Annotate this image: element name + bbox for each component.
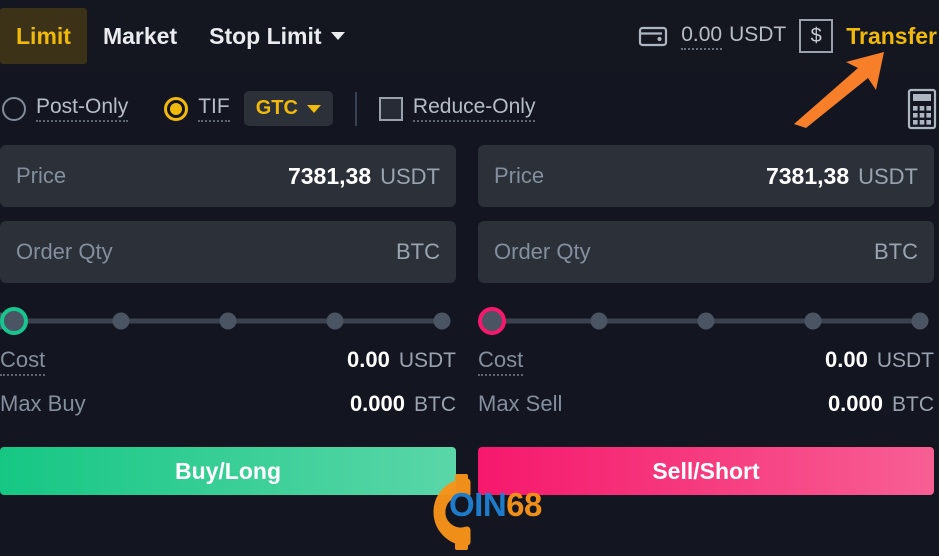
tab-limit[interactable]: Limit xyxy=(0,8,87,64)
post-only-radio[interactable] xyxy=(2,96,26,121)
calculator-icon[interactable] xyxy=(905,88,939,130)
balance-cluster: 0.00 USDT $ Transfer xyxy=(638,0,939,72)
sell-short-button[interactable]: Sell/Short xyxy=(478,447,934,495)
max-sell-value: 0.000 xyxy=(827,391,883,416)
reduce-only-label: Reduce-Only xyxy=(412,95,536,122)
currency-toggle-button[interactable]: $ xyxy=(799,19,834,53)
sell-slider-mark-50[interactable] xyxy=(697,312,715,330)
tif-radio[interactable] xyxy=(164,96,189,121)
dollar-icon: $ xyxy=(810,24,822,47)
wallet-icon xyxy=(639,26,668,47)
buy-slider-mark-25[interactable] xyxy=(112,312,130,330)
balance-amount[interactable]: 0.00 xyxy=(681,23,723,50)
sell-price-label: Price xyxy=(494,163,545,188)
post-only-option[interactable]: Post-Only xyxy=(2,95,129,122)
buy-qty-field[interactable]: Order Qty BTC xyxy=(0,221,456,283)
wallet-balance[interactable]: 0.00 USDT xyxy=(681,23,786,50)
balance-currency: USDT xyxy=(729,22,787,46)
buy-amount-slider[interactable] xyxy=(0,299,456,343)
order-type-tabs: Limit Market Stop Limit xyxy=(0,0,361,72)
buy-panel: Price 7381,38 USDT Order Qty BTC Cost 0.… xyxy=(0,145,456,495)
tab-market[interactable]: Market xyxy=(87,8,193,64)
tab-market-label: Market xyxy=(102,22,178,49)
sell-price-value: 7381,38 xyxy=(765,162,850,189)
sell-amount-slider[interactable] xyxy=(478,299,934,343)
chevron-down-icon xyxy=(306,104,321,113)
sell-cost-label[interactable]: Cost xyxy=(478,347,524,376)
tab-stop-limit-label: Stop Limit xyxy=(209,22,322,49)
buy-slider-mark-100[interactable] xyxy=(433,312,451,330)
max-buy-unit: BTC xyxy=(414,393,456,416)
buy-price-value: 7381,38 xyxy=(287,162,372,189)
buy-qty-unit: BTC xyxy=(396,239,440,264)
order-entry-panels: Price 7381,38 USDT Order Qty BTC Cost 0.… xyxy=(0,145,939,495)
sell-price-field[interactable]: Price 7381,38 USDT xyxy=(478,145,934,207)
buy-cost-unit: USDT xyxy=(398,349,456,372)
order-options-row: Post-Only TIF GTC Reduce-Only xyxy=(0,72,939,145)
buy-price-field[interactable]: Price 7381,38 USDT xyxy=(0,145,456,207)
sell-panel: Price 7381,38 USDT Order Qty BTC Cost 0.… xyxy=(478,145,934,495)
buy-cost-label[interactable]: Cost xyxy=(0,347,46,376)
buy-long-label: Buy/Long xyxy=(174,457,282,484)
buy-slider-mark-75[interactable] xyxy=(326,312,344,330)
tif-option[interactable]: TIF xyxy=(164,95,230,122)
buy-slider-handle[interactable] xyxy=(0,307,28,335)
buy-cost-value: 0.00 xyxy=(347,347,390,372)
sell-slider-mark-25[interactable] xyxy=(590,312,608,330)
tif-value-label: GTC xyxy=(255,97,298,119)
max-sell-label: Max Sell xyxy=(478,391,563,416)
tab-stop-limit[interactable]: Stop Limit xyxy=(193,8,360,64)
sell-short-label: Sell/Short xyxy=(652,457,760,484)
sell-price-unit: USDT xyxy=(858,163,918,189)
sell-qty-unit: BTC xyxy=(874,239,918,264)
tab-limit-label: Limit xyxy=(16,22,71,49)
sell-cost-value: 0.00 xyxy=(825,347,868,372)
max-sell-row: Max Sell 0.000 BTC xyxy=(478,391,934,435)
sell-cost-row: Cost 0.00 USDT xyxy=(478,347,934,391)
sell-slider-mark-100[interactable] xyxy=(911,312,929,330)
max-sell-unit: BTC xyxy=(892,393,934,416)
max-buy-row: Max Buy 0.000 BTC xyxy=(0,391,456,435)
buy-price-unit: USDT xyxy=(380,163,440,189)
tif-label: TIF xyxy=(198,95,230,122)
options-divider xyxy=(354,91,357,126)
buy-cost-row: Cost 0.00 USDT xyxy=(0,347,456,391)
transfer-label: Transfer xyxy=(846,22,937,49)
sell-slider-mark-75[interactable] xyxy=(804,312,822,330)
sell-slider-handle[interactable] xyxy=(478,307,506,335)
reduce-only-option[interactable]: Reduce-Only xyxy=(378,95,536,122)
buy-qty-placeholder: Order Qty xyxy=(16,239,113,264)
buy-price-label: Price xyxy=(16,163,67,188)
chevron-down-icon xyxy=(330,32,345,40)
sell-cost-unit: USDT xyxy=(876,349,934,372)
order-type-toolbar: Limit Market Stop Limit 0.00 USDT $ Tran… xyxy=(0,0,939,72)
post-only-label: Post-Only xyxy=(36,95,129,122)
max-buy-value: 0.000 xyxy=(349,391,405,416)
max-buy-label: Max Buy xyxy=(0,391,86,416)
buy-slider-mark-50[interactable] xyxy=(219,312,237,330)
sell-qty-field[interactable]: Order Qty BTC xyxy=(478,221,934,283)
tif-value-dropdown[interactable]: GTC xyxy=(243,91,333,126)
buy-long-button[interactable]: Buy/Long xyxy=(0,447,456,495)
reduce-only-checkbox[interactable] xyxy=(378,96,403,121)
transfer-button[interactable]: Transfer xyxy=(846,23,939,50)
sell-qty-placeholder: Order Qty xyxy=(494,239,591,264)
